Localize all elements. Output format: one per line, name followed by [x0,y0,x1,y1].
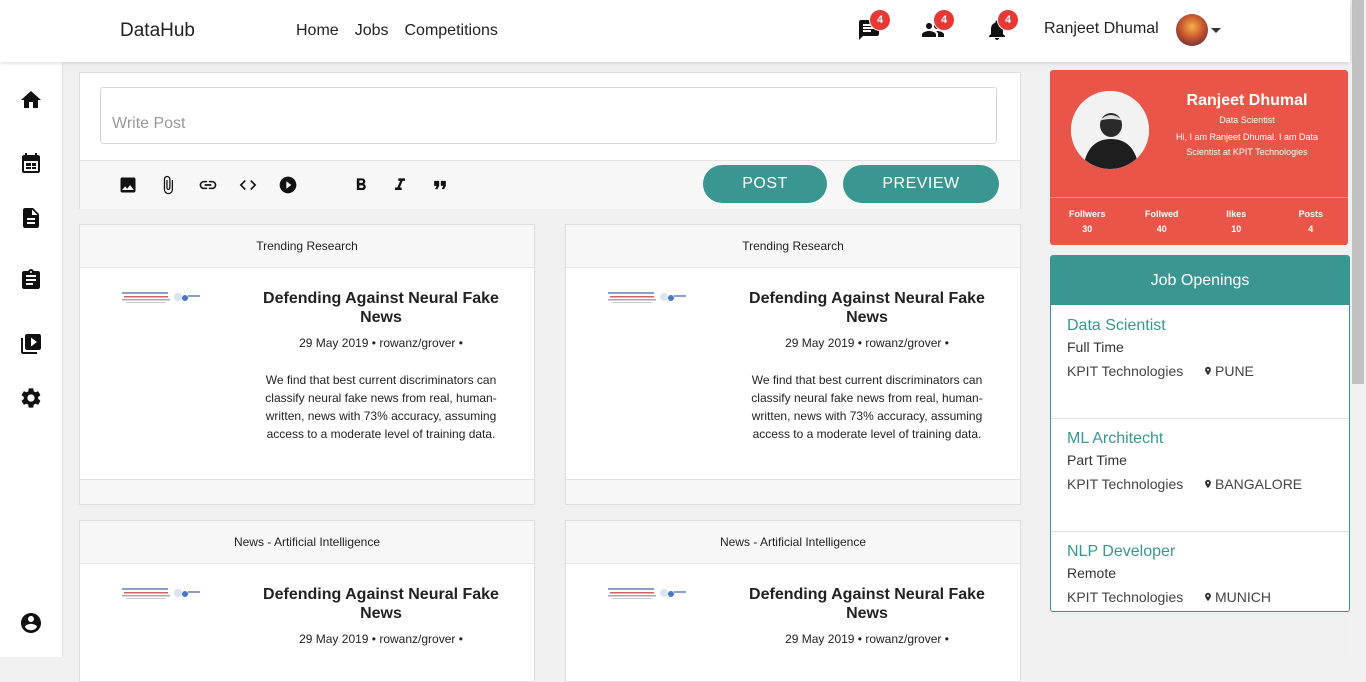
location-pin-icon [1205,366,1211,376]
notifications-badge: 4 [997,9,1019,31]
play-icon[interactable] [278,175,298,195]
job-type: Remote [1067,565,1117,581]
location-pin-icon [1205,479,1211,489]
stat-followers[interactable]: Follwers 30 [1050,198,1125,246]
user-avatar[interactable] [1176,14,1208,46]
home-icon[interactable] [19,88,43,112]
messages-icon[interactable]: 4 [857,9,891,44]
card-header: Trending Research [566,225,1020,268]
nav-competitions[interactable]: Competitions [404,22,497,40]
link-icon[interactable] [198,175,218,195]
paper-thumbnail[interactable] [122,585,200,601]
post-button[interactable]: POST [703,165,827,203]
job-location: MUNICH [1203,589,1271,605]
card-title[interactable]: Defending Against Neural Fake News [255,289,507,327]
job-openings-panel: Job Openings Data Scientist Full Time KPIT… [1050,255,1350,612]
research-card[interactable]: News - Artificial Intelligence Defending … [565,520,1021,682]
card-meta: 29 May 2019 • rowanz/grover • [299,632,463,646]
research-card[interactable]: News - Artificial Intelligence Defending … [79,520,535,682]
friends-badge: 4 [933,9,955,31]
card-title[interactable]: Defending Against Neural Fake News [741,289,993,327]
job-item[interactable]: Data Scientist Full Time KPIT Technologies… [1051,305,1349,419]
card-header: Trending Research [80,225,534,268]
card-meta: 29 May 2019 • rowanz/grover • [299,336,463,350]
main-nav: Home Jobs Competitions [296,22,498,40]
messages-badge: 4 [869,9,891,31]
job-title[interactable]: NLP Developer [1067,543,1175,561]
calendar-icon[interactable] [19,152,43,176]
job-type: Full Time [1067,339,1124,355]
post-composer: Write Post POST PREVIEW [79,72,1021,209]
research-card[interactable]: Trending Research Defending Against Neura… [79,224,535,505]
notifications-icon[interactable]: 4 [985,9,1019,44]
code-icon[interactable] [238,175,258,195]
card-title[interactable]: Defending Against Neural Fake News [741,585,993,623]
scrollbar-thumb[interactable] [1352,0,1364,384]
job-location: PUNE [1203,363,1254,379]
brand-logo[interactable]: DataHub [120,20,195,42]
user-name[interactable]: Ranjeet Dhumal [1044,20,1159,38]
profile-card: Ranjeet Dhumal Data Scientist Hi, I am R… [1050,70,1348,245]
profile-stats: Follwers 30 Follwed 40 likes 10 Posts 4 [1050,197,1348,246]
stat-likes[interactable]: likes 10 [1199,198,1274,246]
chevron-down-icon[interactable] [1211,28,1221,33]
clipboard-icon[interactable] [19,268,43,292]
job-item[interactable]: NLP Developer Remote KPIT Technologies MUNI… [1051,531,1349,611]
document-icon[interactable] [19,206,43,230]
image-icon[interactable] [118,175,138,195]
card-header: News - Artificial Intelligence [566,521,1020,564]
card-meta: 29 May 2019 • rowanz/grover • [785,632,949,646]
account-icon[interactable] [19,611,43,635]
job-type: Part Time [1067,452,1127,468]
card-footer [80,479,534,504]
profile-role: Data Scientist [1219,115,1275,125]
job-location: BANGALORE [1203,476,1302,492]
job-company: KPIT Technologies [1067,476,1184,492]
job-title[interactable]: Data Scientist [1067,317,1166,335]
card-title[interactable]: Defending Against Neural Fake News [255,585,507,623]
settings-icon[interactable] [19,386,43,410]
card-meta: 29 May 2019 • rowanz/grover • [785,336,949,350]
job-item[interactable]: ML Architecht Part Time KPIT Technologies B… [1051,418,1349,532]
nav-jobs[interactable]: Jobs [355,22,389,40]
bold-icon[interactable] [351,175,371,195]
stat-followed[interactable]: Follwed 40 [1125,198,1200,246]
paper-thumbnail[interactable] [608,585,686,601]
location-pin-icon [1205,592,1211,602]
job-company: KPIT Technologies [1067,363,1184,379]
paper-thumbnail[interactable] [608,289,686,305]
job-openings-title: Job Openings [1051,256,1349,305]
job-title[interactable]: ML Architecht [1067,430,1163,448]
top-navbar: DataHub Home Jobs Competitions 4 4 4 Ran… [0,0,1350,62]
italic-icon[interactable] [390,175,410,195]
profile-bio: Hi, I am Ranjeet Dhumal. I am Data Scien… [1175,132,1319,157]
card-description: We find that best current discriminators… [751,373,983,441]
nav-home[interactable]: Home [296,22,339,40]
profile-name: Ranjeet Dhumal [1186,92,1308,109]
paper-thumbnail[interactable] [122,289,200,305]
quote-icon[interactable] [430,175,450,195]
profile-photo [1071,91,1149,169]
preview-button[interactable]: PREVIEW [843,165,999,203]
friends-icon[interactable]: 4 [921,9,955,44]
card-description: We find that best current discriminators… [265,373,497,441]
card-header: News - Artificial Intelligence [80,521,534,564]
stat-posts[interactable]: Posts 4 [1274,198,1349,246]
card-footer [566,479,1020,504]
research-card[interactable]: Trending Research Defending Against Neura… [565,224,1021,505]
composer-toolbar: POST PREVIEW [80,160,1020,209]
attachment-icon[interactable] [158,175,178,195]
left-sidebar [0,62,63,657]
video-library-icon[interactable] [19,332,43,356]
write-post-input[interactable]: Write Post [100,87,997,144]
job-company: KPIT Technologies [1067,589,1184,605]
